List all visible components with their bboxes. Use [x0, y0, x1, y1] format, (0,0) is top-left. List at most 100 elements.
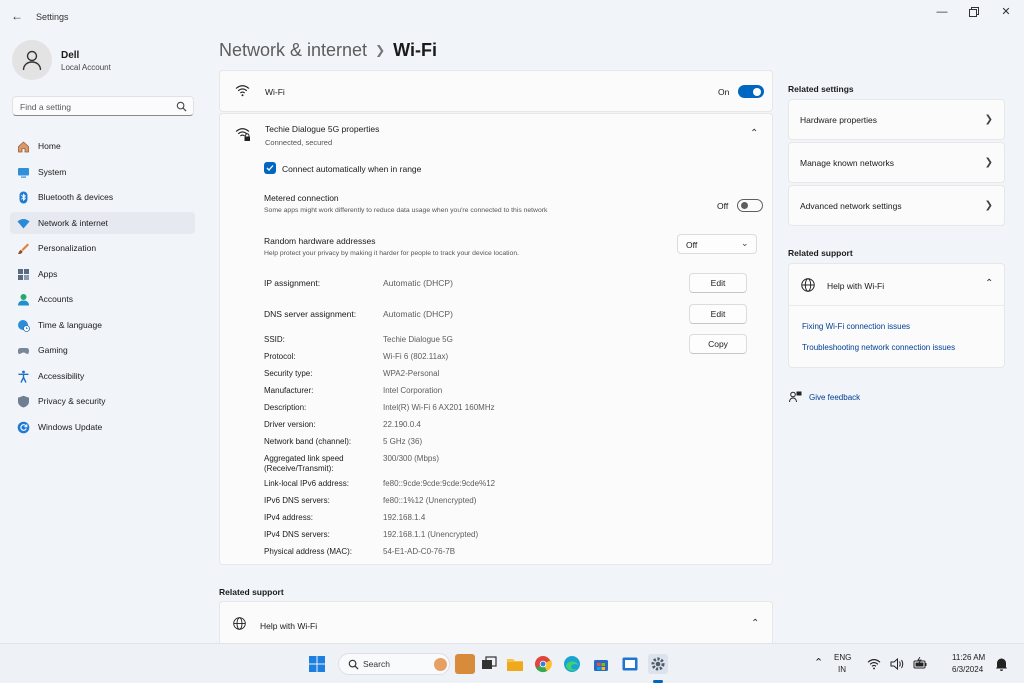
- manage-known-networks-link[interactable]: Manage known networks ❯: [788, 142, 1005, 183]
- clock-time[interactable]: 11:26 AM: [952, 653, 985, 662]
- restore-icon[interactable]: [962, 4, 986, 20]
- metered-toggle[interactable]: [737, 199, 763, 212]
- start-icon[interactable]: [307, 654, 327, 674]
- ip-edit-button[interactable]: Edit: [689, 273, 747, 293]
- sidebar-item-personalization[interactable]: Personalization: [10, 237, 195, 259]
- random-hw-title: Random hardware addresses: [264, 236, 376, 246]
- wifi-toggle[interactable]: [738, 85, 764, 98]
- widgets-icon[interactable]: [455, 654, 475, 674]
- controller-icon: [16, 343, 30, 357]
- wifi-icon: [235, 85, 250, 97]
- detail-value: 54-E1-AD-C0-76-7B: [383, 547, 456, 556]
- region-code[interactable]: IN: [838, 665, 846, 674]
- detail-label: SSID:: [264, 335, 285, 344]
- detail-label: Network band (channel):: [264, 437, 352, 446]
- chevron-up-icon[interactable]: ⌃: [750, 128, 758, 139]
- task-view-icon[interactable]: [479, 654, 499, 674]
- edge-icon[interactable]: [562, 654, 582, 674]
- chevron-up-icon[interactable]: ⌃: [814, 656, 823, 669]
- detail-value: Wi-Fi 6 (802.11ax): [383, 352, 449, 361]
- give-feedback-link[interactable]: Give feedback: [809, 393, 860, 402]
- detail-label: IPv4 address:: [264, 513, 313, 522]
- update-icon: [16, 420, 30, 434]
- language-code[interactable]: ENG: [834, 653, 851, 662]
- dns-assignment-label: DNS server assignment:: [264, 309, 357, 319]
- clock-date[interactable]: 6/3/2024: [952, 665, 983, 674]
- chevron-right-icon: ❯: [375, 43, 386, 57]
- chevron-up-icon: ⌃: [985, 278, 994, 289]
- sidebar-item-gaming[interactable]: Gaming: [10, 339, 195, 361]
- related-support-heading: Related support: [788, 248, 853, 258]
- wifi-label: Wi-Fi: [265, 87, 285, 97]
- snip-icon[interactable]: [620, 654, 640, 674]
- detail-label: Protocol:: [264, 352, 296, 361]
- properties-title: Techie Dialogue 5G properties: [265, 124, 380, 134]
- dns-edit-button[interactable]: Edit: [689, 304, 747, 324]
- detail-label: Description:: [264, 403, 307, 412]
- shield-icon: [16, 394, 30, 408]
- brush-icon: [16, 241, 30, 255]
- store-icon[interactable]: [591, 654, 611, 674]
- help-wifi-card: Help with Wi-Fi ⌃ Fixing Wi-Fi connectio…: [788, 263, 1005, 368]
- sidebar-item-network[interactable]: Network & internet: [10, 212, 195, 234]
- search-placeholder: Find a setting: [20, 102, 72, 112]
- related-settings-heading: Related settings: [788, 84, 854, 94]
- title-bar: ← Settings — ✕: [0, 0, 1024, 32]
- random-hw-description: Help protect your privacy by making it h…: [264, 250, 520, 257]
- sidebar-item-windows-update[interactable]: Windows Update: [10, 416, 195, 438]
- feedback-icon: [789, 391, 802, 403]
- random-hw-dropdown[interactable]: Off ⌄: [677, 234, 757, 254]
- chevron-right-icon: ❯: [984, 200, 993, 211]
- person-icon: [22, 50, 42, 71]
- settings-app-icon[interactable]: [648, 654, 668, 674]
- sidebar-item-home[interactable]: Home: [10, 135, 195, 157]
- detail-value: WPA2-Personal: [383, 369, 440, 378]
- search-input[interactable]: Find a setting: [12, 96, 194, 116]
- close-icon[interactable]: ✕: [994, 4, 1018, 20]
- copy-button[interactable]: Copy: [689, 334, 747, 354]
- wifi-icon[interactable]: [867, 658, 881, 670]
- sidebar-item-apps[interactable]: Apps: [10, 263, 195, 285]
- notification-bell-icon[interactable]: [995, 657, 1008, 671]
- detail-value: fe80::1%12 (Unencrypted): [383, 496, 477, 505]
- advanced-network-settings-link[interactable]: Advanced network settings ❯: [788, 185, 1005, 226]
- sidebar-item-time-language[interactable]: Time & language: [10, 314, 195, 336]
- detail-value: 22.190.0.4: [383, 420, 421, 429]
- wifi-state: On: [718, 87, 730, 97]
- wifi-toggle-card: Wi-Fi On: [219, 70, 773, 112]
- hardware-properties-link[interactable]: Hardware properties ❯: [788, 99, 1005, 140]
- detail-label: Link-local IPv6 address:: [264, 479, 349, 488]
- breadcrumb-parent[interactable]: Network & internet: [219, 40, 367, 60]
- detail-label: Driver version:: [264, 420, 316, 429]
- page-title: Wi-Fi: [393, 40, 437, 60]
- sidebar-item-accessibility[interactable]: Accessibility: [10, 365, 195, 387]
- globe-clock-icon: [16, 318, 30, 332]
- bottom-related-support-heading: Related support: [219, 587, 284, 597]
- avatar[interactable]: [12, 40, 52, 80]
- bottom-help-wifi-card[interactable]: Help with Wi-Fi ⌃: [219, 601, 773, 643]
- sidebar-item-privacy[interactable]: Privacy & security: [10, 390, 195, 412]
- auto-connect-checkbox[interactable]: [264, 162, 276, 174]
- chrome-icon[interactable]: [533, 654, 553, 674]
- volume-icon[interactable]: [890, 658, 904, 670]
- search-icon: [348, 659, 359, 670]
- ip-assignment-label: IP assignment:: [264, 278, 321, 288]
- taskbar-search[interactable]: Search: [338, 653, 450, 675]
- sidebar-item-bluetooth[interactable]: Bluetooth & devices: [10, 186, 195, 208]
- troubleshooting-link[interactable]: Troubleshooting network connection issue…: [802, 343, 955, 352]
- monitor-icon: [16, 165, 30, 179]
- sidebar-item-system[interactable]: System: [10, 161, 195, 183]
- window-title: Settings: [36, 12, 69, 22]
- battery-charging-icon[interactable]: [913, 657, 928, 670]
- file-explorer-icon[interactable]: [505, 654, 525, 674]
- search-icon: [176, 101, 187, 112]
- fixing-wifi-link[interactable]: Fixing Wi-Fi connection issues: [802, 322, 910, 331]
- help-wifi-label: Help with Wi-Fi: [827, 281, 885, 291]
- sidebar-item-accounts[interactable]: Accounts: [10, 288, 195, 310]
- wifi-icon: [16, 216, 30, 230]
- back-arrow-icon[interactable]: ←: [8, 7, 26, 25]
- accessibility-icon: [16, 369, 30, 383]
- help-wifi-header[interactable]: Help with Wi-Fi ⌃: [789, 264, 1004, 306]
- auto-connect-label: Connect automatically when in range: [282, 164, 422, 174]
- minimize-icon[interactable]: —: [930, 4, 954, 20]
